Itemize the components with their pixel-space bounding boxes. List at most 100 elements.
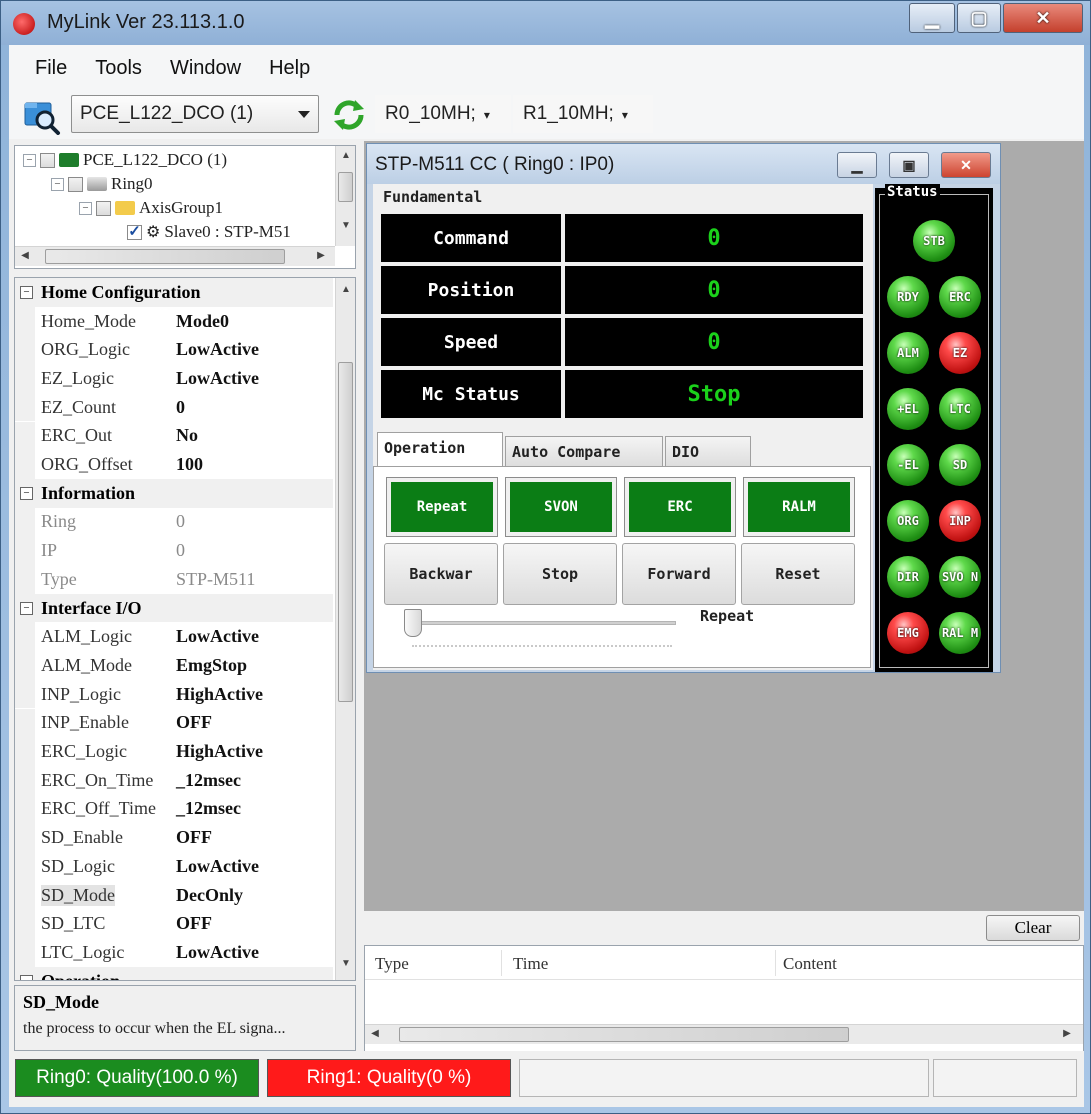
child-close-button[interactable]: ✕ <box>941 152 991 178</box>
tree-node-slave0[interactable]: ✓ ⚙ Slave0 : STP-M51 <box>127 222 291 242</box>
property-value[interactable]: LowActive <box>176 942 259 963</box>
menu-window[interactable]: Window <box>156 51 255 86</box>
forward-button[interactable]: Forward <box>622 543 736 605</box>
close-button[interactable]: ✕ <box>1003 3 1083 33</box>
property-value[interactable]: LowActive <box>176 368 259 389</box>
scroll-right-icon[interactable]: ▶ <box>1057 1028 1077 1039</box>
property-value[interactable]: OFF <box>176 712 212 733</box>
tree-checkbox[interactable] <box>68 176 83 192</box>
property-row[interactable]: Type STP-M511 <box>15 565 333 594</box>
repeat-toggle-button[interactable]: Repeat <box>386 477 498 537</box>
property-row[interactable]: EZ_Count 0 <box>15 392 333 422</box>
child-title-bar[interactable]: STP-M511 CC ( Ring0 : IP0) ▁ ▣ ✕ <box>367 144 1000 184</box>
property-row[interactable]: ORG_Logic LowActive <box>15 335 333 365</box>
property-value[interactable]: HighActive <box>176 741 263 762</box>
clear-log-button[interactable]: Clear <box>986 915 1080 941</box>
property-row[interactable]: ERC_Off_Time _12msec <box>15 794 333 824</box>
collapse-icon[interactable]: − <box>20 974 33 980</box>
property-value[interactable]: LowActive <box>176 339 259 360</box>
backward-button[interactable]: Backwar <box>384 543 498 605</box>
property-value[interactable]: OFF <box>176 827 212 848</box>
property-row[interactable]: SD_Logic LowActive <box>15 852 333 881</box>
property-row[interactable]: ALM_Mode EmgStop <box>15 651 333 680</box>
property-category[interactable]: − Information <box>15 478 333 508</box>
child-restore-button[interactable]: ▣ <box>889 152 929 178</box>
menu-help[interactable]: Help <box>255 51 324 86</box>
scroll-down-icon[interactable]: ▼ <box>336 958 355 969</box>
tab-dio[interactable]: DIO <box>665 436 751 466</box>
scroll-left-icon[interactable]: ◀ <box>365 1028 385 1039</box>
property-value[interactable]: 0 <box>176 397 185 418</box>
tree-horizontal-scrollbar[interactable]: ◀ ▶ <box>15 246 335 266</box>
tree-node-axisgroup[interactable]: − AxisGroup1 <box>79 198 223 218</box>
child-minimize-button[interactable]: ▁ <box>837 152 877 178</box>
title-bar[interactable]: MyLink Ver 23.113.1.0 ▁ ▢ ✕ <box>1 1 1090 45</box>
repeat-slider-thumb[interactable] <box>404 609 422 637</box>
property-value[interactable]: EmgStop <box>176 655 247 676</box>
collapse-icon[interactable]: − <box>79 201 92 215</box>
refresh-icon[interactable] <box>331 97 367 133</box>
log-column-time[interactable]: Time <box>513 954 548 974</box>
maximize-button[interactable]: ▢ <box>957 3 1001 33</box>
property-row[interactable]: EZ_Logic LowActive <box>15 364 333 393</box>
log-horizontal-scrollbar[interactable]: ◀ ▶ <box>365 1024 1083 1044</box>
collapse-icon[interactable]: − <box>20 601 33 615</box>
property-row[interactable]: INP_Logic HighActive <box>15 679 333 709</box>
property-row[interactable]: ORG_Offset 100 <box>15 450 333 479</box>
scroll-down-icon[interactable]: ▼ <box>336 220 356 231</box>
reset-button[interactable]: Reset <box>741 543 855 605</box>
collapse-icon[interactable]: − <box>20 285 33 299</box>
property-row[interactable]: IP 0 <box>15 536 333 565</box>
menu-tools[interactable]: Tools <box>81 51 156 86</box>
svon-toggle-button[interactable]: SVON <box>505 477 617 537</box>
tree-node-card[interactable]: − PCE_L122_DCO (1) <box>23 150 227 170</box>
property-row[interactable]: ERC_Out No <box>15 421 333 451</box>
erc-toggle-button[interactable]: ERC <box>624 477 736 537</box>
scroll-up-icon[interactable]: ▲ <box>336 150 356 161</box>
property-value[interactable]: _12msec <box>176 770 241 791</box>
ralm-toggle-button[interactable]: RALM <box>743 477 855 537</box>
tab-auto-compare[interactable]: Auto Compare <box>505 436 663 466</box>
property-row[interactable]: SD_Mode DecOnly <box>15 880 333 910</box>
tree-checkbox[interactable] <box>96 200 111 216</box>
scroll-right-icon[interactable]: ▶ <box>311 250 331 261</box>
property-row[interactable]: SD_LTC OFF <box>15 909 333 939</box>
property-row[interactable]: Home_Mode Mode0 <box>15 306 333 336</box>
property-value[interactable]: LowActive <box>176 856 259 877</box>
tree-checkbox[interactable] <box>40 152 55 168</box>
property-row[interactable]: ERC_On_Time _12msec <box>15 765 333 795</box>
repeat-slider-track[interactable] <box>412 621 676 625</box>
property-value[interactable]: HighActive <box>176 684 263 705</box>
property-value[interactable]: _12msec <box>176 798 241 819</box>
ring0-speed-select[interactable]: R0_10MH; ▾ <box>375 95 511 133</box>
log-column-content[interactable]: Content <box>783 954 837 974</box>
property-value[interactable]: Mode0 <box>176 311 229 332</box>
ring1-speed-select[interactable]: R1_10MH; ▾ <box>513 95 653 133</box>
property-category[interactable]: − Interface I/O <box>15 593 333 623</box>
scrollbar-thumb[interactable] <box>338 172 353 202</box>
stop-button[interactable]: Stop <box>503 543 617 605</box>
scrollbar-thumb[interactable] <box>338 362 353 702</box>
tree-vertical-scrollbar[interactable]: ▲ ▼ <box>335 146 355 246</box>
device-select[interactable]: PCE_L122_DCO (1) <box>71 95 319 133</box>
property-value[interactable]: 100 <box>176 454 203 475</box>
tab-operation[interactable]: Operation <box>377 432 503 466</box>
tree-node-ring0[interactable]: − Ring0 <box>51 174 153 194</box>
property-row[interactable]: SD_Enable OFF <box>15 823 333 852</box>
search-icon[interactable] <box>23 97 61 135</box>
minimize-button[interactable]: ▁ <box>909 3 955 33</box>
scrollbar-thumb[interactable] <box>45 249 285 264</box>
property-row[interactable]: ALM_Logic LowActive <box>15 622 333 652</box>
property-row[interactable]: INP_Enable OFF <box>15 708 333 738</box>
menu-file[interactable]: File <box>21 51 81 86</box>
property-value[interactable]: LowActive <box>176 626 259 647</box>
property-category[interactable]: − Operation <box>15 966 333 980</box>
collapse-icon[interactable]: − <box>20 486 33 500</box>
property-row[interactable]: ERC_Logic HighActive <box>15 737 333 766</box>
property-row[interactable]: LTC_Logic LowActive <box>15 938 333 967</box>
property-value[interactable]: OFF <box>176 913 212 934</box>
collapse-icon[interactable]: − <box>23 153 36 167</box>
property-value[interactable]: No <box>176 425 198 446</box>
scroll-left-icon[interactable]: ◀ <box>15 250 35 261</box>
scroll-up-icon[interactable]: ▲ <box>336 284 355 295</box>
